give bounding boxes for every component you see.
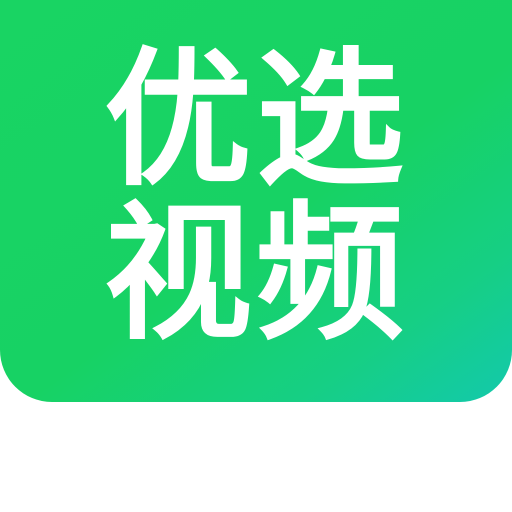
logo-text-line-1: 优选 [104,34,408,206]
logo-text-line-2: 视频 [104,188,408,360]
app-icon-logo: 优选 视频 [0,0,512,402]
